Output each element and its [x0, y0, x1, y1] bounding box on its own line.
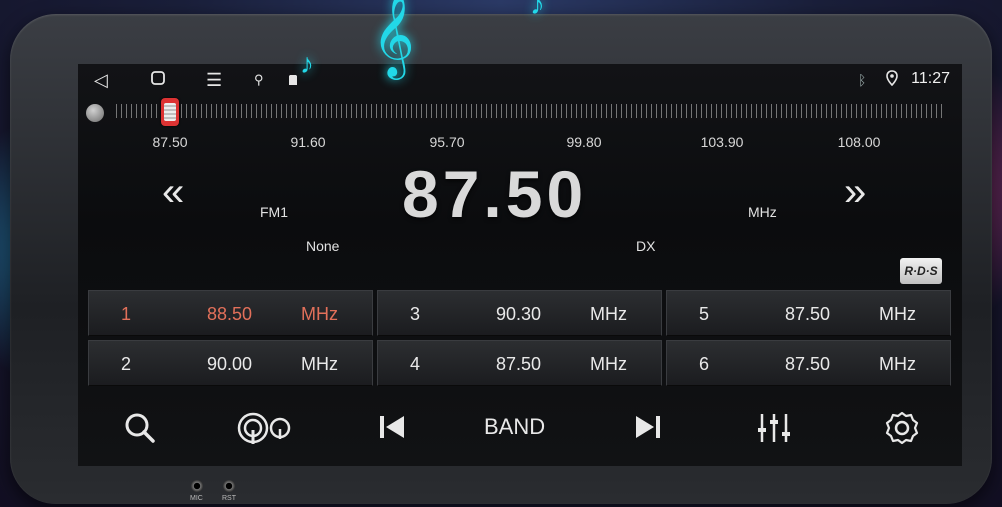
preset-unit: MHz — [879, 354, 916, 374]
mic-label: MIC — [190, 495, 203, 502]
clock: 11:27 — [911, 70, 950, 87]
frequency-display: 87.50 — [402, 157, 588, 231]
sd-card-icon — [288, 70, 298, 90]
dial-tick-label: 108.00 — [837, 134, 881, 150]
menu-icon[interactable]: ☰ — [206, 70, 222, 90]
dial-tick-label: 99.80 — [566, 134, 602, 150]
previous-icon[interactable] — [372, 408, 412, 448]
preset-frequency: 87.50 — [785, 354, 831, 374]
dial-scale[interactable] — [116, 104, 944, 118]
mic-jack — [191, 480, 203, 492]
preset-button-5[interactable]: 5 87.50 MHz — [666, 290, 951, 336]
preset-button-6[interactable]: 6 87.50 MHz — [666, 340, 951, 386]
preset-button-2[interactable]: 2 90.00 MHz — [88, 340, 373, 386]
rst-label: RST — [222, 495, 236, 502]
local-distance-icon[interactable] — [236, 408, 296, 448]
settings-icon[interactable] — [882, 408, 922, 448]
dx-mode-label[interactable]: DX — [636, 238, 655, 254]
seek-back-button[interactable]: « — [162, 170, 184, 215]
preset-frequency: 90.00 — [207, 354, 253, 374]
reset-button[interactable] — [223, 480, 235, 492]
head-unit: ◁ ☰ ⚲ ᛒ 11:27 87.50 91.60 95.70 99.80 10 — [10, 14, 992, 504]
usb-icon: ⚲ — [254, 72, 264, 87]
dial-tick-label: 87.50 — [152, 134, 188, 150]
band-button[interactable]: BAND — [484, 414, 545, 440]
dial-tick-label: 95.70 — [429, 134, 465, 150]
preset-unit: MHz — [301, 354, 338, 374]
preset-button-3[interactable]: 3 90.30 MHz — [377, 290, 662, 336]
bottom-toolbar: BAND — [78, 394, 962, 466]
preset-unit: MHz — [590, 304, 627, 324]
music-note-icon: ♪ — [300, 48, 314, 79]
preset-grid: 1 88.50 MHz 2 90.00 MHz 3 90.30 MHz 4 87… — [88, 290, 952, 388]
music-note-icon: ♪ — [530, 0, 545, 21]
preset-button-4[interactable]: 4 87.50 MHz — [377, 340, 662, 386]
preset-frequency: 88.50 — [207, 304, 253, 324]
preset-number: 4 — [410, 354, 421, 374]
preset-unit: MHz — [590, 354, 627, 374]
band-label: FM1 — [260, 204, 288, 220]
preset-frequency: 90.30 — [496, 304, 542, 324]
equalizer-icon[interactable] — [754, 408, 794, 448]
music-note-icon: 𝄞 — [372, 0, 415, 75]
dial-tick-label: 91.60 — [290, 134, 326, 150]
preset-number: 2 — [121, 354, 132, 374]
search-icon[interactable] — [120, 408, 160, 448]
bluetooth-icon: ᛒ — [858, 72, 867, 88]
rds-badge[interactable]: R·D·S — [900, 258, 942, 284]
status-bar: ◁ ☰ ⚲ ᛒ 11:27 — [78, 64, 962, 96]
station-name: None — [306, 238, 340, 254]
preset-frequency: 87.50 — [496, 354, 542, 374]
dial-marker[interactable] — [161, 98, 179, 126]
home-icon[interactable] — [150, 70, 166, 90]
preset-frequency: 87.50 — [785, 304, 831, 324]
preset-unit: MHz — [879, 304, 916, 324]
dial-tick-label: 103.90 — [700, 134, 744, 150]
preset-number: 5 — [699, 304, 710, 324]
seek-forward-button[interactable]: » — [844, 170, 866, 215]
preset-number: 6 — [699, 354, 710, 374]
preset-unit: MHz — [301, 304, 338, 324]
preset-number: 1 — [121, 304, 132, 324]
preset-button-1[interactable]: 1 88.50 MHz — [88, 290, 373, 336]
next-icon[interactable] — [628, 408, 668, 448]
location-icon — [886, 70, 898, 90]
radio-screen: ◁ ☰ ⚲ ᛒ 11:27 87.50 91.60 95.70 99.80 10 — [78, 64, 962, 466]
unit-label: MHz — [748, 204, 777, 220]
preset-number: 3 — [410, 304, 421, 324]
tuning-dial[interactable]: 87.50 91.60 95.70 99.80 103.90 108.00 — [78, 98, 962, 150]
back-icon[interactable]: ◁ — [94, 70, 108, 90]
dial-knob[interactable] — [86, 104, 104, 122]
